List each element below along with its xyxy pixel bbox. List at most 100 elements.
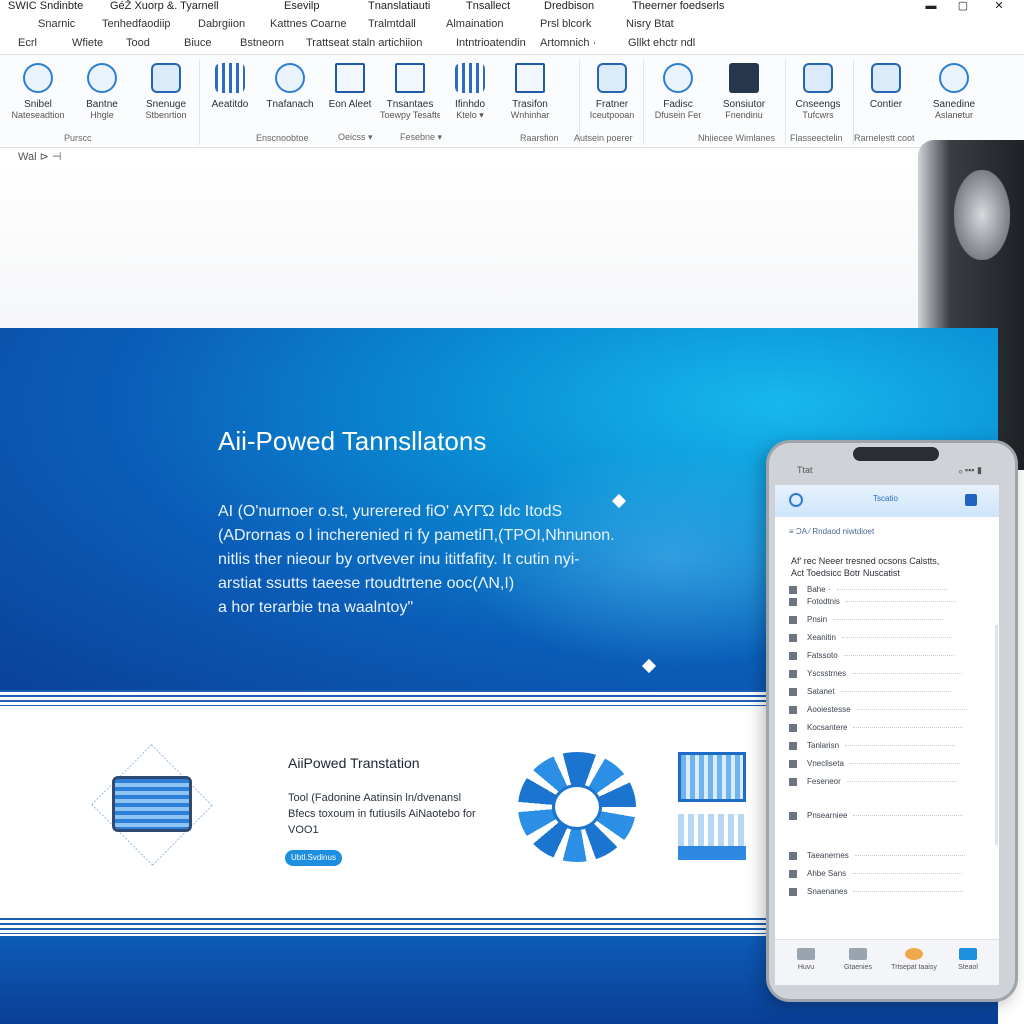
tab-prsl-blcork[interactable]: Prsl blcork <box>540 18 591 30</box>
document-icon <box>849 948 867 960</box>
ribbon-button-trasifon[interactable]: Trasifon Wnhinhar <box>500 63 560 120</box>
list-item-label: Satanet <box>807 687 835 696</box>
bullet-icon <box>789 597 797 606</box>
ribbon-button-snenuge[interactable]: Snenuge Stbenrtion <box>136 63 196 120</box>
list-item[interactable]: Fatssoto <box>789 651 989 663</box>
list-item[interactable]: Pnsin <box>789 615 989 627</box>
tab-almaination[interactable]: Almaination <box>446 18 503 30</box>
row-icon <box>789 669 797 678</box>
ribbon-button-label: Tnafanach <box>266 99 314 110</box>
ribbon-button-sonsiutor[interactable]: Sonsiutor Fnendinu <box>714 63 774 120</box>
ribbon-group-5: Cnseengs Tufcwrs Flasseectelin <box>786 59 854 145</box>
bullet-icon <box>789 585 797 594</box>
phone-tab-trtsepat[interactable]: Trtsepat taaisy <box>889 948 939 971</box>
ribbon-button-ifinhdo[interactable]: Ifinhdo Ktelo ▾ <box>440 63 500 120</box>
list-item[interactable]: Feseneor <box>789 777 989 789</box>
chevron-down-icon <box>959 948 977 960</box>
list-item-label: Ahbe Sans <box>807 869 847 878</box>
ribbon-button-cnseengs[interactable]: Cnseengs Tufcwrs <box>788 63 848 120</box>
tab-esevilp[interactable]: Esevilp <box>284 0 319 12</box>
phone-tab-huvu[interactable]: Huvu <box>781 948 831 971</box>
list-item[interactable]: Snaenanes <box>789 887 989 899</box>
dotted-leader <box>853 815 964 817</box>
phone-scrollbar[interactable] <box>995 625 998 845</box>
dotted-leader <box>852 673 963 675</box>
subtab-bstneorn[interactable]: Bstneorn <box>240 37 284 49</box>
phone-tab-gtaenies[interactable]: Gtaenies <box>833 948 883 971</box>
list-item[interactable]: Yscsstrnes <box>789 669 989 681</box>
screen-illustration <box>678 752 748 860</box>
minimize-icon[interactable]: ▬ <box>924 0 938 12</box>
ribbon-button-tnafanach[interactable]: Tnafanach <box>260 63 320 110</box>
tab-translation[interactable]: Tnanslatiauti <box>368 0 430 12</box>
tab-dabrgiion[interactable]: Dabrgiion <box>198 18 245 30</box>
subtab-trattseat[interactable]: Trattseat staln artichiion <box>306 37 422 49</box>
tab-nisry-btat[interactable]: Nisry Btat <box>626 18 674 30</box>
ribbon-button-eon-aleet[interactable]: Eon Aleet <box>320 63 380 110</box>
list-item-label: Fatssoto <box>807 651 838 660</box>
dotted-leader <box>840 691 951 693</box>
list-item[interactable]: Xeanitin <box>789 633 989 645</box>
ribbon-button-fratner[interactable]: Fratner Iceutpooan <box>582 63 642 120</box>
app-logo-icon[interactable] <box>789 493 803 507</box>
dotted-leader <box>845 601 956 603</box>
phone-heading: Af' rec Neeer tresned ocsons Calstts, Ac… <box>791 555 939 579</box>
list-item[interactable]: Pnsearniee <box>789 811 989 823</box>
list-item[interactable]: Vnecliseta <box>789 759 989 771</box>
subtab-tood[interactable]: Tood <box>126 37 150 49</box>
ribbon-group-label: Flasseectelin <box>790 133 843 143</box>
list-item[interactable]: Tanlarisn <box>789 741 989 753</box>
feature-title: AiiPowed Transtation <box>288 755 420 771</box>
ribbon-button-sanedine[interactable]: Sanedine Aslanetur <box>924 63 984 120</box>
ribbon-button-sublabel: Dfusein Fer <box>654 110 702 120</box>
subtab-intntrioatendin[interactable]: Intntrioatendin <box>456 37 526 49</box>
ribbon-toolbar: Snibel Nateseadtion Bantne Hhgle Snenuge… <box>0 54 1024 148</box>
ribbon-button-fadisc[interactable]: Fadisc Dfusein Fer <box>648 63 708 120</box>
ribbon-tabs: Snarnic Tenhedfaodiip Dabrgiion Kattnes … <box>0 18 1024 34</box>
ribbon-group-6: Contier Sanedine Aslanetur Rarnelestt co… <box>854 59 1024 145</box>
list-item[interactable]: Aooiestesse <box>789 705 989 717</box>
phone-toolbar[interactable]: ≡ ϽΑ ⁄ Rndaod niwtdioet <box>789 527 874 536</box>
ribbon-button-contier[interactable]: Contier <box>856 63 916 110</box>
list-item[interactable]: Bahe · <box>789 585 989 597</box>
phone-status-right: ₒ ▪▪▪ ▮ <box>959 465 982 475</box>
ribbon-group-1: Snibel Nateseadtion Bantne Hhgle Snenuge… <box>0 59 200 145</box>
tab-dredbison[interactable]: Dredbison <box>544 0 594 12</box>
tab-tenhedfaodiip[interactable]: Tenhedfaodiip <box>102 18 171 30</box>
list-item[interactable]: Kocsantere <box>789 723 989 735</box>
list-item-label: Vnecliseta <box>807 759 844 768</box>
tab-tnsallect[interactable]: Tnsallect <box>466 0 510 12</box>
tab-kattnes-coarne[interactable]: Kattnes Coarne <box>270 18 346 30</box>
globe-icon <box>663 63 693 93</box>
tab-snarnic[interactable]: Snarnic <box>38 18 75 30</box>
ribbon-group-label: Oeicss ▾ <box>338 132 373 142</box>
monitor-icon <box>112 776 192 832</box>
list-item[interactable]: Fotodtnis <box>789 597 989 609</box>
subtab-artomnich[interactable]: Artomnich · <box>540 37 596 49</box>
subtab-ecrl[interactable]: Ecrl <box>18 37 37 49</box>
tab-theerner[interactable]: Theerner foedserls <box>632 0 724 12</box>
phone-tab-steaol[interactable]: Steaol <box>943 948 993 971</box>
ribbon-button-snibel[interactable]: Snibel Nateseadtion <box>8 63 68 120</box>
ribbon-group-label: Nhiiecee Wimlanes <box>698 133 776 143</box>
ribbon-button-bantne[interactable]: Bantne Hhgle <box>72 63 132 120</box>
close-icon[interactable]: ✕ <box>992 0 1006 12</box>
list-item-label: Snaenanes <box>807 887 848 896</box>
subtab-wfiete[interactable]: Wfiete <box>72 37 103 49</box>
list-item[interactable]: Satanet <box>789 687 989 699</box>
globe-icon <box>87 63 117 93</box>
ribbon-button-sublabel: Tufcwrs <box>802 110 834 120</box>
list-item[interactable]: Taeanernes <box>789 851 989 863</box>
ribbon-button-tnsantaes[interactable]: Tnsantaes Toewpy Tesaftes <box>380 63 440 120</box>
feature-cta-button[interactable]: Ubtl.Svdinus <box>285 850 342 866</box>
globe-icon <box>275 63 305 93</box>
ribbon-button-label: Contier <box>869 99 903 110</box>
cart-icon[interactable] <box>965 494 977 506</box>
ribbon-button-aeatitdo[interactable]: Aeatitdo <box>200 63 260 110</box>
subtab-gllkt[interactable]: Gllkt ehctr ndl <box>628 37 695 49</box>
document-title: GéŽ Xuorp &. Tyarnell <box>110 0 219 12</box>
subtab-biuce[interactable]: Biuce <box>184 37 212 49</box>
list-item[interactable]: Ahbe Sans <box>789 869 989 881</box>
tab-tralmtdall[interactable]: Tralmtdall <box>368 18 416 30</box>
maximize-icon[interactable]: ▢ <box>956 0 970 12</box>
